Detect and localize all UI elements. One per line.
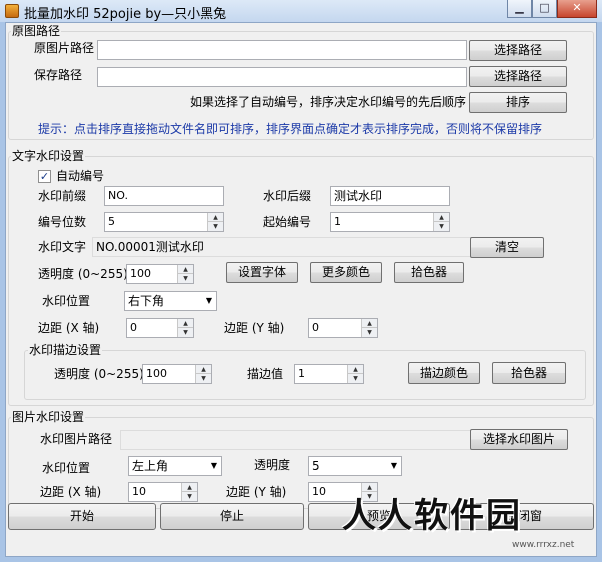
text-watermark-legend: 文字水印设置 bbox=[11, 149, 86, 163]
spin-down-icon[interactable]: ▼ bbox=[434, 222, 449, 231]
spin-down-icon[interactable]: ▼ bbox=[178, 328, 193, 337]
image-margin-y-label: 边距 (Y 轴) bbox=[226, 485, 287, 499]
text-margin-y-value: 0 bbox=[312, 321, 319, 334]
text-opacity-spinner[interactable]: 100 ▲ ▼ bbox=[126, 264, 194, 284]
spin-down-icon[interactable]: ▼ bbox=[348, 374, 363, 383]
spin-up-icon[interactable]: ▲ bbox=[196, 365, 211, 374]
chevron-down-icon: ▼ bbox=[210, 461, 217, 470]
window-title: 批量加水印 52pojie by—只小黑兔 bbox=[24, 7, 227, 22]
spin-up-icon[interactable]: ▲ bbox=[348, 365, 363, 374]
spin-up-icon[interactable]: ▲ bbox=[178, 265, 193, 274]
spin-up-icon[interactable]: ▲ bbox=[434, 213, 449, 222]
watermark-text-label: 水印文字 bbox=[38, 240, 87, 254]
text-opacity-value: 100 bbox=[130, 267, 151, 280]
text-margin-x-spinner[interactable]: 0 ▲ ▼ bbox=[126, 318, 194, 338]
minimize-button[interactable]: ▁ bbox=[507, 0, 532, 18]
sort-button[interactable]: 排序 bbox=[469, 92, 567, 113]
save-path-input[interactable] bbox=[97, 67, 467, 87]
image-opacity-select[interactable]: 5 ▼ bbox=[308, 456, 402, 476]
close-button[interactable]: ✕ bbox=[557, 0, 597, 18]
stroke-opacity-value: 100 bbox=[146, 367, 167, 380]
clear-button[interactable]: 清空 bbox=[470, 237, 544, 258]
start-button[interactable]: 开始 bbox=[8, 503, 156, 530]
stroke-value-spinner[interactable]: 1 ▲ ▼ bbox=[294, 364, 364, 384]
stroke-color-button[interactable]: 描边颜色 bbox=[408, 362, 480, 384]
auto-number-checkbox[interactable]: ✓ bbox=[38, 170, 51, 183]
source-path-input[interactable] bbox=[97, 40, 467, 60]
source-group-legend: 原图路径 bbox=[11, 24, 62, 38]
spin-down-icon[interactable]: ▼ bbox=[196, 374, 211, 383]
prefix-label: 水印前缀 bbox=[38, 189, 87, 203]
sort-note: 如果选择了自动编号，排序决定水印编号的先后顺序 bbox=[190, 95, 467, 109]
spin-down-icon[interactable]: ▼ bbox=[208, 222, 223, 231]
select-source-path-button[interactable]: 选择路径 bbox=[469, 40, 567, 61]
stroke-opacity-label: 透明度 (0~255) bbox=[54, 367, 144, 381]
digits-value: 5 bbox=[108, 215, 115, 228]
chevron-down-icon: ▼ bbox=[390, 461, 397, 470]
start-number-value: 1 bbox=[334, 215, 341, 228]
start-number-spinner[interactable]: 1 ▲ ▼ bbox=[330, 212, 450, 232]
stroke-value: 1 bbox=[298, 367, 305, 380]
color-picker-button[interactable]: 拾色器 bbox=[394, 262, 464, 283]
select-watermark-image-button[interactable]: 选择水印图片 bbox=[470, 429, 568, 450]
chevron-down-icon: ▼ bbox=[205, 296, 212, 305]
suffix-label: 水印后缀 bbox=[263, 189, 312, 203]
image-margin-x-label: 边距 (X 轴) bbox=[40, 485, 102, 499]
spin-up-icon[interactable]: ▲ bbox=[182, 483, 197, 492]
spin-up-icon[interactable]: ▲ bbox=[178, 319, 193, 328]
start-number-label: 起始编号 bbox=[263, 215, 312, 229]
site-watermark-url: www.rrrxz.net bbox=[512, 540, 575, 550]
stroke-settings-legend: 水印描边设置 bbox=[28, 343, 103, 357]
text-position-select[interactable]: 右下角 ▼ bbox=[124, 291, 217, 311]
digits-spinner[interactable]: 5 ▲ ▼ bbox=[104, 212, 224, 232]
site-watermark: 人人软件园 bbox=[342, 496, 522, 536]
text-margin-x-label: 边距 (X 轴) bbox=[38, 321, 100, 335]
more-colors-button[interactable]: 更多颜色 bbox=[310, 262, 382, 283]
image-position-label: 水印位置 bbox=[42, 461, 91, 475]
image-position-select[interactable]: 左上角 ▼ bbox=[128, 456, 222, 476]
image-opacity-label: 透明度 bbox=[254, 458, 291, 472]
text-margin-y-spinner[interactable]: 0 ▲ ▼ bbox=[308, 318, 378, 338]
image-margin-y-value: 10 bbox=[312, 485, 326, 498]
spin-up-icon[interactable]: ▲ bbox=[208, 213, 223, 222]
spin-up-icon[interactable]: ▲ bbox=[362, 483, 377, 492]
stop-button[interactable]: 停止 bbox=[160, 503, 304, 530]
stroke-value-label: 描边值 bbox=[247, 367, 284, 381]
stroke-color-picker-button[interactable]: 拾色器 bbox=[492, 362, 566, 384]
spin-down-icon[interactable]: ▼ bbox=[178, 274, 193, 283]
text-margin-y-label: 边距 (Y 轴) bbox=[224, 321, 285, 335]
stroke-opacity-spinner[interactable]: 100 ▲ ▼ bbox=[142, 364, 212, 384]
maximize-button[interactable]: □ bbox=[532, 0, 557, 18]
image-margin-x-value: 10 bbox=[132, 485, 146, 498]
image-margin-x-spinner[interactable]: 10 ▲ ▼ bbox=[128, 482, 198, 502]
text-margin-x-value: 0 bbox=[130, 321, 137, 334]
image-path-label: 水印图片路径 bbox=[40, 432, 113, 446]
set-font-button[interactable]: 设置字体 bbox=[226, 262, 298, 283]
spin-down-icon[interactable]: ▼ bbox=[182, 492, 197, 501]
image-path-input[interactable] bbox=[120, 430, 472, 450]
select-save-path-button[interactable]: 选择路径 bbox=[469, 66, 567, 87]
watermark-text-display: NO.00001测试水印 bbox=[92, 237, 472, 257]
spin-up-icon[interactable]: ▲ bbox=[362, 319, 377, 328]
image-opacity-value: 5 bbox=[312, 459, 320, 473]
auto-number-label: 自动编号 bbox=[56, 169, 105, 183]
prefix-input[interactable]: NO. bbox=[104, 186, 224, 206]
digits-label: 编号位数 bbox=[38, 215, 87, 229]
spin-down-icon[interactable]: ▼ bbox=[362, 328, 377, 337]
app-icon bbox=[5, 4, 19, 18]
text-position-label: 水印位置 bbox=[42, 294, 91, 308]
source-path-label: 原图片路径 bbox=[34, 41, 95, 55]
suffix-input[interactable]: 测试水印 bbox=[330, 186, 450, 206]
text-opacity-label: 透明度 (0~255) bbox=[38, 267, 128, 281]
image-position-value: 左上角 bbox=[132, 459, 169, 473]
save-path-label: 保存路径 bbox=[34, 68, 83, 82]
text-position-value: 右下角 bbox=[128, 294, 165, 308]
sort-tip: 提示：点击排序直接拖动文件名即可排序，排序界面点确定才表示排序完成，否则将不保留… bbox=[38, 122, 543, 136]
image-watermark-legend: 图片水印设置 bbox=[11, 410, 86, 424]
